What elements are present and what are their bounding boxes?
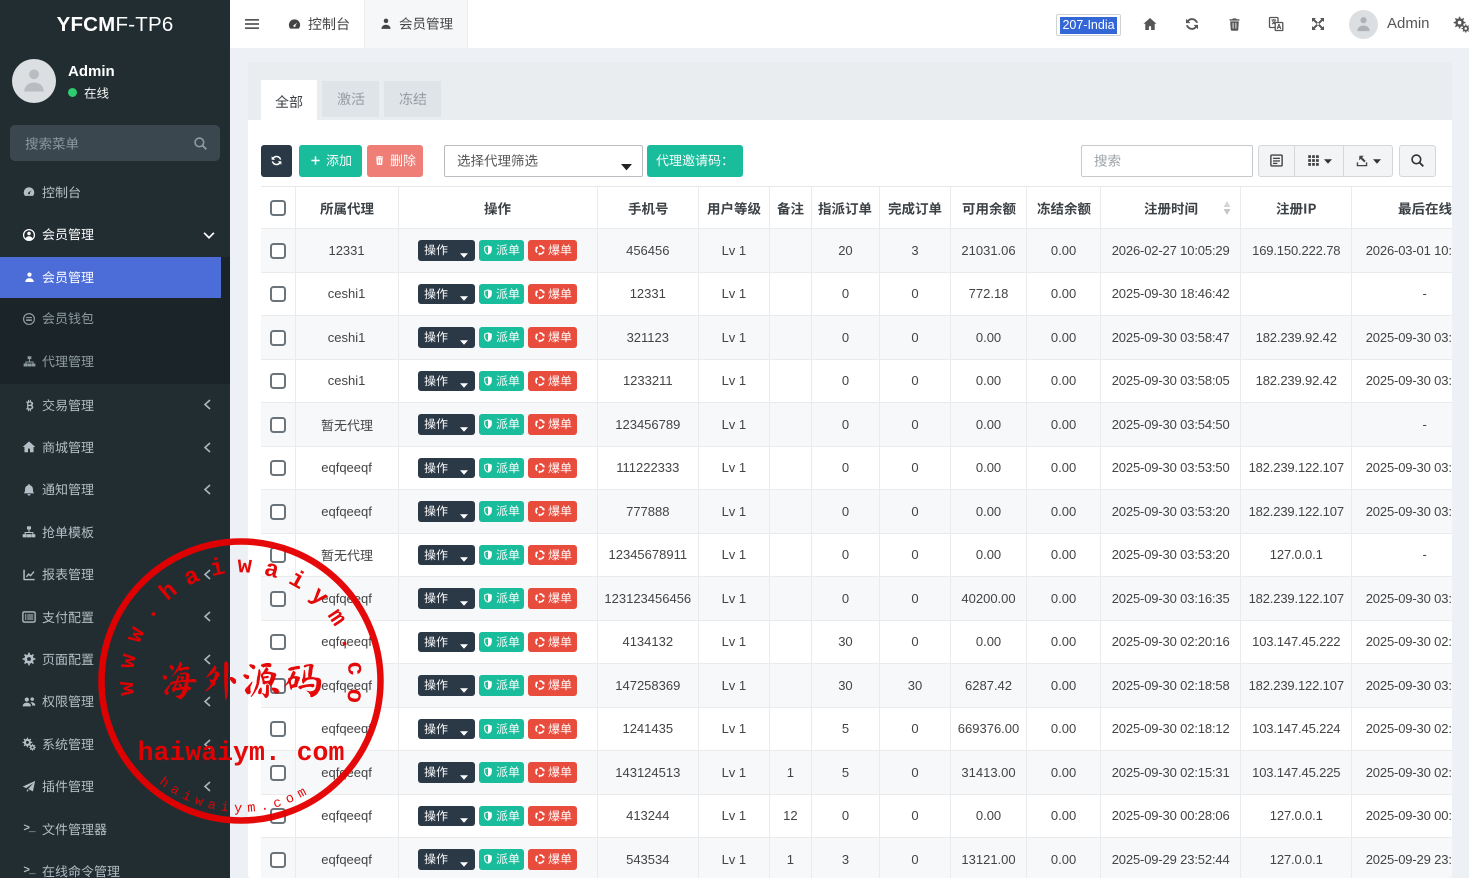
svg-text:haiwaiym. com: haiwaiym. com bbox=[138, 738, 345, 768]
